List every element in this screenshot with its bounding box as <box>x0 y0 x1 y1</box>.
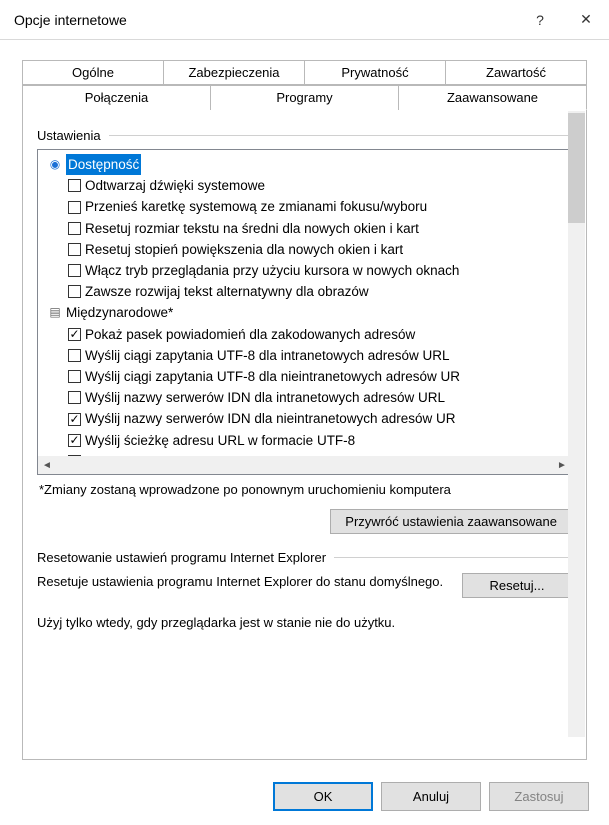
tab-general[interactable]: Ogólne <box>22 60 164 85</box>
setting-item[interactable]: Wyślij nazwy serwerów IDN dla nieintrane… <box>48 408 571 429</box>
setting-item[interactable]: Zawsze pokazuj zakodowane adresy <box>48 451 571 456</box>
tab-programs[interactable]: Programy <box>211 85 399 110</box>
reset-row: Resetuje ustawienia programu Internet Ex… <box>37 573 572 598</box>
window-title: Opcje internetowe <box>14 12 517 28</box>
setting-label: Wyślij nazwy serwerów IDN dla intranetow… <box>85 387 445 408</box>
tab-content[interactable]: Zawartość <box>446 60 587 85</box>
checkbox[interactable] <box>68 243 81 256</box>
horizontal-scrollbar[interactable]: ◄ ► <box>38 456 571 474</box>
category-node[interactable]: ◉ Dostępność <box>48 154 571 175</box>
settings-tree-inner: ◉Dostępność Odtwarzaj dźwięki systemowe … <box>38 150 571 456</box>
tabs-row-1: Ogólne Zabezpieczenia Prywatność Zawarto… <box>22 60 587 85</box>
setting-label: Zawsze pokazuj zakodowane adresy <box>85 451 306 456</box>
setting-label: Wyślij nazwy serwerów IDN dla nieintrane… <box>85 408 456 429</box>
scroll-left-arrow[interactable]: ◄ <box>38 460 56 471</box>
checkbox[interactable] <box>68 222 81 235</box>
checkbox[interactable] <box>68 434 81 447</box>
setting-label: Odtwarzaj dźwięki systemowe <box>85 175 265 196</box>
category-label: Dostępność <box>66 154 141 175</box>
ok-button[interactable]: OK <box>273 782 373 811</box>
checkbox[interactable] <box>68 201 81 214</box>
checkbox[interactable] <box>68 328 81 341</box>
setting-label: Pokaż pasek powiadomień dla zakodowanych… <box>85 324 415 345</box>
setting-label: Zawsze rozwijaj tekst alternatywny dla o… <box>85 281 369 302</box>
settings-group-label: Ustawienia <box>37 128 572 143</box>
tab-connections[interactable]: Połączenia <box>22 85 211 110</box>
setting-label: Wyślij ścieżkę adresu URL w formacie UTF… <box>85 430 355 451</box>
close-button[interactable]: ✕ <box>563 0 609 40</box>
reset-button[interactable]: Resetuj... <box>462 573 572 598</box>
checkbox[interactable] <box>68 179 81 192</box>
settings-tree[interactable]: ◉Dostępność Odtwarzaj dźwięki systemowe … <box>37 149 572 475</box>
scrollbar-thumb[interactable] <box>568 113 585 223</box>
checkbox[interactable] <box>68 370 81 383</box>
setting-item[interactable]: Resetuj rozmiar tekstu na średni dla now… <box>48 218 571 239</box>
setting-label: Resetuj stopień powiększenia dla nowych … <box>85 239 403 260</box>
restart-note: *Zmiany zostaną wprowadzone po ponownym … <box>39 481 570 499</box>
reset-description: Resetuje ustawienia programu Internet Ex… <box>37 573 446 591</box>
setting-label: Resetuj rozmiar tekstu na średni dla now… <box>85 218 419 239</box>
category-node[interactable]: ▤ Międzynarodowe* <box>48 302 571 323</box>
tab-security[interactable]: Zabezpieczenia <box>164 60 305 85</box>
setting-item[interactable]: Wyślij ciągi zapytania UTF-8 dla nieintr… <box>48 366 571 387</box>
apply-button[interactable]: Zastosuj <box>489 782 589 811</box>
setting-label: Włącz tryb przeglądania przy użyciu kurs… <box>85 260 459 281</box>
checkbox[interactable] <box>68 264 81 277</box>
help-button[interactable]: ? <box>517 0 563 40</box>
setting-item[interactable]: Przenieś karetkę systemową ze zmianami f… <box>48 196 571 217</box>
setting-item[interactable]: Wyślij ciągi zapytania UTF-8 dla intrane… <box>48 345 571 366</box>
setting-item[interactable]: Wyślij nazwy serwerów IDN dla intranetow… <box>48 387 571 408</box>
checkbox[interactable] <box>68 455 81 456</box>
close-icon: ✕ <box>580 11 592 28</box>
restore-row: Przywróć ustawienia zaawansowane <box>37 509 572 534</box>
panel-icon: ▤ <box>48 306 62 320</box>
checkbox[interactable] <box>68 413 81 426</box>
restore-defaults-button[interactable]: Przywróć ustawienia zaawansowane <box>330 509 572 534</box>
checkbox[interactable] <box>68 349 81 362</box>
setting-label: Wyślij ciągi zapytania UTF-8 dla intrane… <box>85 345 450 366</box>
tab-privacy[interactable]: Prywatność <box>305 60 446 85</box>
checkbox[interactable] <box>68 391 81 404</box>
category-label: Międzynarodowe* <box>66 302 173 323</box>
setting-item[interactable]: Resetuj stopień powiększenia dla nowych … <box>48 239 571 260</box>
setting-label: Przenieś karetkę systemową ze zmianami f… <box>85 196 427 217</box>
setting-item[interactable]: Odtwarzaj dźwięki systemowe <box>48 175 571 196</box>
help-icon: ? <box>536 12 544 28</box>
setting-item[interactable]: Zawsze rozwijaj tekst alternatywny dla o… <box>48 281 571 302</box>
setting-item[interactable]: Pokaż pasek powiadomień dla zakodowanych… <box>48 324 571 345</box>
dialog-footer: OK Anuluj Zastosuj <box>0 772 609 825</box>
tab-advanced[interactable]: Zaawansowane <box>399 85 587 110</box>
vertical-scrollbar[interactable] <box>568 111 585 737</box>
reset-group-label: Resetowanie ustawień programu Internet E… <box>37 550 572 565</box>
cancel-button[interactable]: Anuluj <box>381 782 481 811</box>
tabs-row-2: Połączenia Programy Zaawansowane <box>22 85 587 110</box>
globe-icon: ◉ <box>48 158 62 172</box>
tab-panel-advanced: Ustawienia ◉ Dostępność Odtwarzaj dźwięki… <box>22 110 587 760</box>
setting-item[interactable]: Włącz tryb przeglądania przy użyciu kurs… <box>48 260 571 281</box>
setting-label: Wyślij ciągi zapytania UTF-8 dla nieintr… <box>85 366 460 387</box>
dialog-content: Ogólne Zabezpieczenia Prywatność Zawarto… <box>0 40 609 772</box>
reset-warning: Użyj tylko wtedy, gdy przeglądarka jest … <box>37 614 572 632</box>
checkbox[interactable] <box>68 285 81 298</box>
setting-item[interactable]: Wyślij ścieżkę adresu URL w formacie UTF… <box>48 430 571 451</box>
titlebar: Opcje internetowe ? ✕ <box>0 0 609 40</box>
